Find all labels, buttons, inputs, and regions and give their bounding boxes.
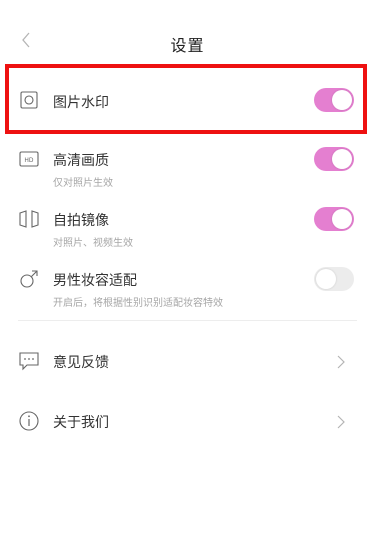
setting-label: 自拍镜像	[53, 213, 109, 229]
square-icon	[18, 89, 40, 111]
mirror-icon	[18, 208, 40, 230]
toggle-watermark[interactable]	[314, 88, 354, 112]
page-title: 设置	[170, 36, 205, 55]
setting-row-hd: HD 高清画质 仅对照片生效	[0, 146, 375, 190]
male-icon	[18, 268, 40, 290]
link-row-about[interactable]: 关于我们	[0, 406, 375, 436]
toggle-hd[interactable]	[314, 147, 354, 171]
info-icon	[18, 410, 40, 432]
toggle-male-makeup[interactable]	[314, 267, 354, 291]
link-label: 意见反馈	[53, 355, 109, 371]
setting-label: 男性妆容适配	[53, 273, 137, 289]
setting-label: 图片水印	[53, 95, 109, 111]
chat-icon	[18, 350, 40, 372]
toggle-knob	[332, 149, 352, 169]
chevron-right-icon	[337, 354, 349, 370]
svg-text:HD: HD	[24, 157, 34, 164]
section-divider	[18, 320, 357, 321]
setting-subtitle: 对照片、视频生效	[53, 238, 133, 249]
setting-label: 高清画质	[53, 153, 109, 169]
toggle-knob	[332, 90, 352, 110]
toggle-knob	[332, 209, 352, 229]
setting-row-mirror: 自拍镜像 对照片、视频生效	[0, 206, 375, 250]
hd-icon: HD	[18, 148, 40, 170]
toggle-knob	[316, 269, 336, 289]
link-label: 关于我们	[53, 415, 109, 431]
setting-subtitle: 开启后，将根据性别识别适配妆容特效	[53, 298, 223, 309]
link-row-feedback[interactable]: 意见反馈	[0, 346, 375, 376]
setting-row-watermark: 图片水印	[0, 84, 375, 116]
setting-row-male-makeup: 男性妆容适配 开启后，将根据性别识别适配妆容特效	[0, 266, 375, 310]
setting-subtitle: 仅对照片生效	[53, 178, 113, 189]
chevron-right-icon	[337, 414, 349, 430]
toggle-mirror[interactable]	[314, 207, 354, 231]
